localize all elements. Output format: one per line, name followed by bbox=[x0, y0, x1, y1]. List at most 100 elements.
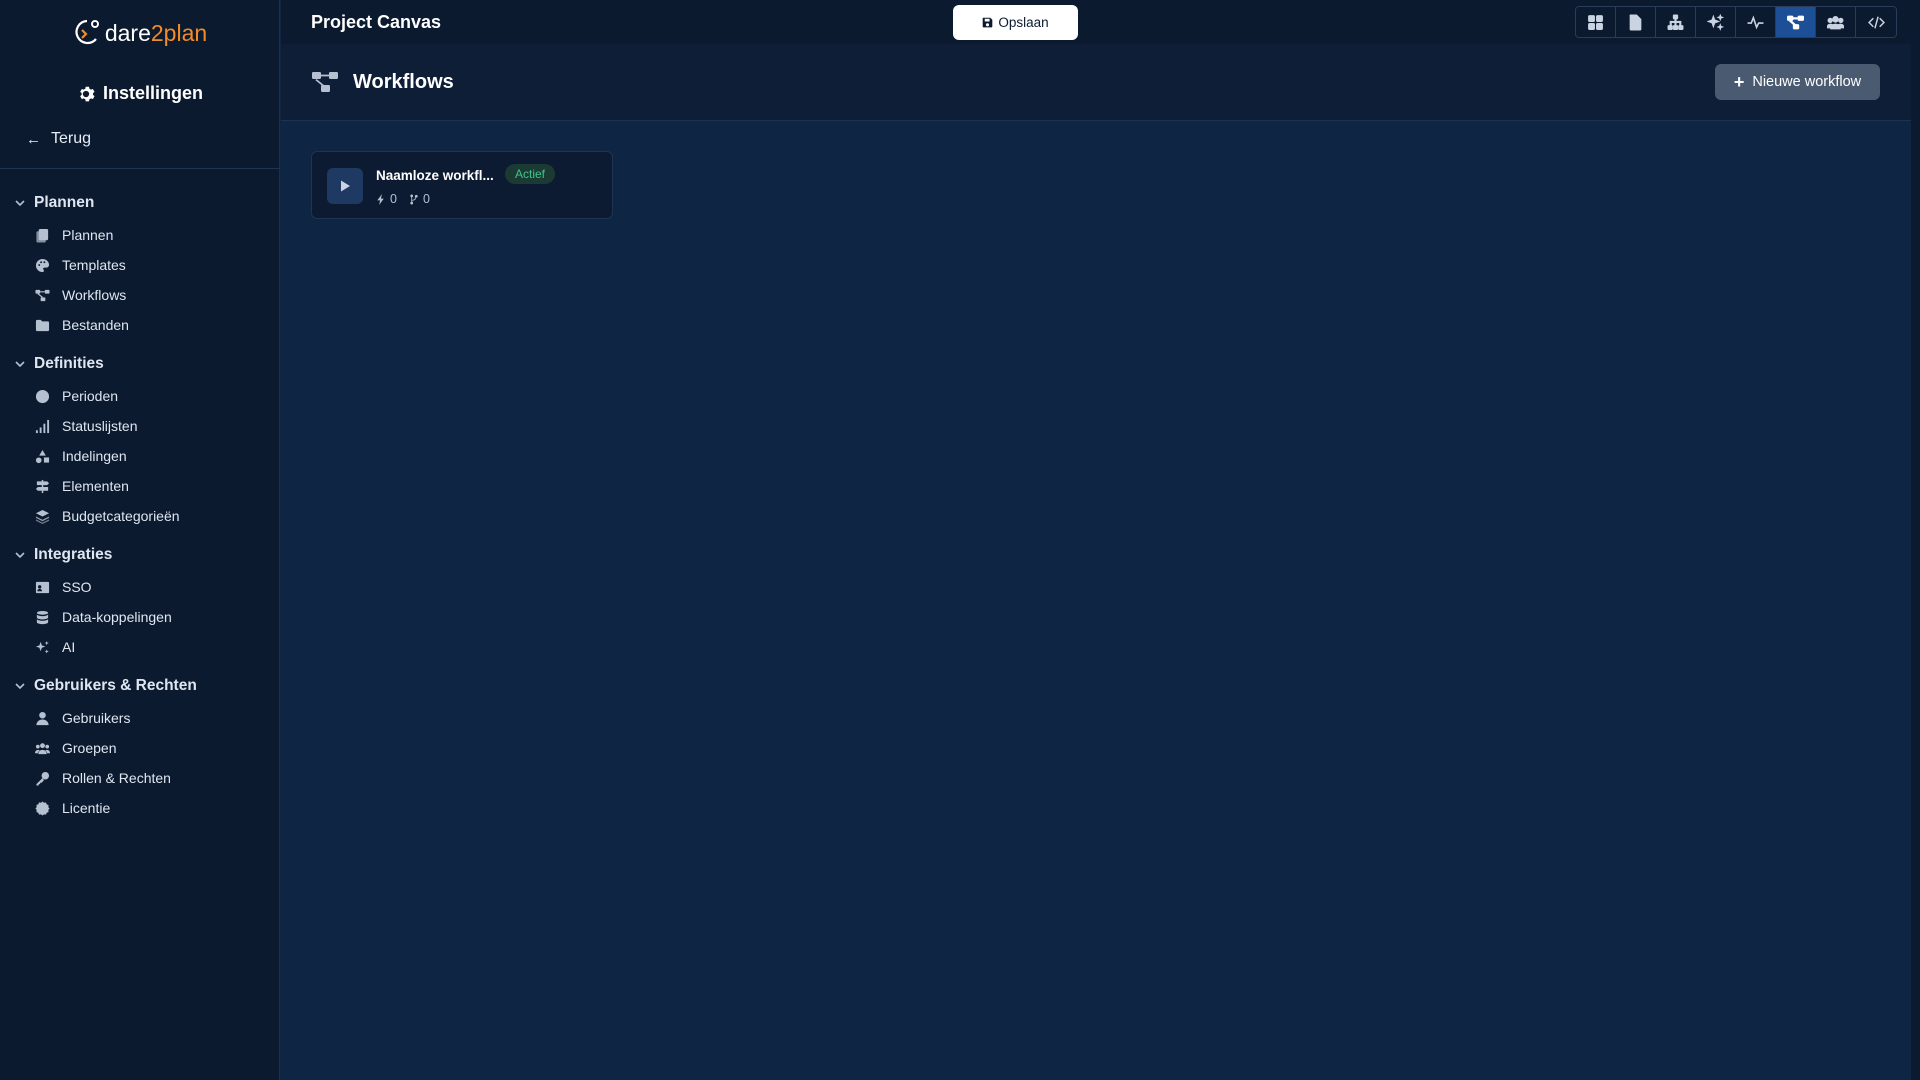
toolbar-workflow-button[interactable] bbox=[1776, 7, 1816, 37]
chevron-down-icon bbox=[15, 361, 25, 368]
palette-icon bbox=[34, 257, 50, 273]
save-button[interactable]: Opslaan bbox=[953, 5, 1078, 40]
nav-section-label: Definities bbox=[34, 355, 104, 372]
sidebar-item-workflows[interactable]: Workflows bbox=[34, 287, 126, 303]
sidebar-item-label: Workflows bbox=[62, 287, 127, 303]
trigger-count: 0 bbox=[376, 192, 397, 206]
sidebar-item-ai[interactable]: AI bbox=[34, 639, 75, 655]
grid-icon bbox=[1588, 14, 1603, 30]
nav-section-definities[interactable]: Definities bbox=[14, 355, 104, 373]
workflow-name: Naamloze workfl... bbox=[376, 168, 494, 183]
nav-section-integraties[interactable]: Integraties bbox=[14, 546, 112, 564]
toolbar-users-button[interactable] bbox=[1816, 7, 1856, 37]
sidebar-item-label: Templates bbox=[62, 257, 126, 273]
workflow-card[interactable]: Naamloze workfl... Actief 0 0 bbox=[311, 151, 613, 219]
clock-icon bbox=[34, 388, 50, 404]
project-title: Project Canvas bbox=[311, 12, 442, 32]
new-workflow-button-label: Nieuwe workflow bbox=[1752, 74, 1862, 90]
pulse-icon bbox=[1747, 14, 1764, 29]
floppy-disk-icon bbox=[983, 17, 993, 28]
layers-icon bbox=[34, 508, 50, 524]
app-logo[interactable]: dare 2plan bbox=[0, 18, 280, 48]
sidebar-item-elementen[interactable]: Elementen bbox=[34, 478, 129, 494]
sidebar-item-label: Bestanden bbox=[62, 317, 129, 333]
toolbar-grid-button[interactable] bbox=[1576, 7, 1616, 37]
back-link[interactable]: ← Terug bbox=[26, 130, 91, 148]
branch-icon bbox=[410, 193, 418, 205]
toolbar-ai-button[interactable] bbox=[1696, 7, 1736, 37]
play-button[interactable] bbox=[327, 168, 363, 204]
users-icon bbox=[1827, 15, 1844, 29]
sidebar-item-label: Perioden bbox=[62, 388, 119, 404]
chevron-down-icon bbox=[15, 200, 25, 207]
sidebar-item-plannen[interactable]: Plannen bbox=[34, 227, 113, 243]
settings-title: Instellingen bbox=[0, 83, 280, 104]
logo-text-part1: dare bbox=[104, 19, 151, 46]
top-bar: Project Canvas Opslaan bbox=[281, 0, 1911, 44]
trigger-count-value: 0 bbox=[390, 192, 397, 206]
workflow-icon bbox=[34, 287, 50, 303]
sidebar-item-label: Statuslijsten bbox=[62, 418, 138, 434]
sidebar-item-groepen[interactable]: Groepen bbox=[34, 740, 116, 756]
nav-section-plannen[interactable]: Plannen bbox=[14, 194, 94, 212]
sidebar-item-label: Groepen bbox=[62, 740, 117, 756]
sidebar-item-label: Rollen & Rechten bbox=[62, 770, 171, 786]
sidebar-item-gebruikers[interactable]: Gebruikers bbox=[34, 710, 130, 726]
nav-section-label: Gebruikers & Rechten bbox=[34, 677, 197, 694]
key-icon bbox=[34, 770, 50, 786]
logo-icon bbox=[75, 19, 99, 45]
workflow-icon bbox=[1787, 15, 1804, 29]
view-toolbar bbox=[1575, 6, 1897, 38]
document-icon bbox=[1629, 14, 1642, 30]
bolt-icon bbox=[377, 193, 384, 205]
sidebar-item-data-koppelingen[interactable]: Data-koppelingen bbox=[34, 609, 172, 625]
arrow-left-icon: ← bbox=[26, 130, 41, 148]
sidebar-item-label: Indelingen bbox=[62, 448, 127, 464]
branch-count-value: 0 bbox=[422, 192, 430, 206]
sidebar-item-budgetcategorieen[interactable]: Budgetcategorieën bbox=[34, 508, 180, 524]
sidebar-item-indelingen[interactable]: Indelingen bbox=[34, 448, 127, 464]
sidebar-item-licentie[interactable]: Licentie bbox=[34, 800, 110, 816]
workflow-icon bbox=[311, 70, 339, 94]
sparkles-icon bbox=[1707, 13, 1724, 31]
status-badge: Actief bbox=[505, 164, 556, 184]
nav-section-gebruikers-rechten[interactable]: Gebruikers & Rechten bbox=[14, 677, 197, 695]
back-link-label: Terug bbox=[51, 130, 92, 147]
page-scrollbar[interactable] bbox=[1911, 0, 1920, 1080]
nav-section-label: Integraties bbox=[34, 546, 113, 563]
sidebar-item-label: Data-koppelingen bbox=[62, 609, 172, 625]
toolbar-pulse-button[interactable] bbox=[1736, 7, 1776, 37]
sparkles-icon bbox=[34, 639, 50, 655]
sidebar-item-label: Plannen bbox=[62, 227, 114, 243]
sidebar-item-templates[interactable]: Templates bbox=[34, 257, 126, 273]
signs-icon bbox=[34, 478, 50, 494]
sidebar-item-rollen-rechten[interactable]: Rollen & Rechten bbox=[34, 770, 171, 786]
sidebar-item-label: Elementen bbox=[62, 478, 129, 494]
toolbar-sitemap-button[interactable] bbox=[1656, 7, 1696, 37]
workflow-meta: 0 0 bbox=[376, 192, 430, 206]
certificate-icon bbox=[34, 800, 50, 816]
toolbar-code-button[interactable] bbox=[1856, 7, 1896, 37]
folder-icon bbox=[34, 317, 50, 333]
page-title: Workflows bbox=[353, 71, 454, 93]
sidebar-item-label: AI bbox=[62, 639, 76, 655]
sidebar-item-perioden[interactable]: Perioden bbox=[34, 388, 118, 404]
sidebar-item-label: Gebruikers bbox=[62, 710, 131, 726]
database-icon bbox=[34, 609, 50, 625]
branch-count: 0 bbox=[409, 192, 430, 206]
sidebar-item-label: Licentie bbox=[62, 800, 111, 816]
signal-bars-icon bbox=[34, 418, 50, 434]
sidebar-item-bestanden[interactable]: Bestanden bbox=[34, 317, 129, 333]
toolbar-document-button[interactable] bbox=[1616, 7, 1656, 37]
new-workflow-button[interactable]: + Nieuwe workflow bbox=[1715, 64, 1880, 100]
gear-icon bbox=[80, 86, 95, 101]
sitemap-icon bbox=[1667, 14, 1684, 30]
user-icon bbox=[34, 710, 50, 726]
sidebar-item-sso[interactable]: SSO bbox=[34, 579, 92, 595]
users-icon bbox=[34, 740, 50, 756]
chevron-down-icon bbox=[15, 552, 25, 559]
sidebar-item-statuslijsten[interactable]: Statuslijsten bbox=[34, 418, 137, 434]
id-badge-icon bbox=[34, 579, 50, 595]
settings-title-text: Instellingen bbox=[102, 83, 203, 103]
plus-icon: + bbox=[1733, 72, 1745, 92]
